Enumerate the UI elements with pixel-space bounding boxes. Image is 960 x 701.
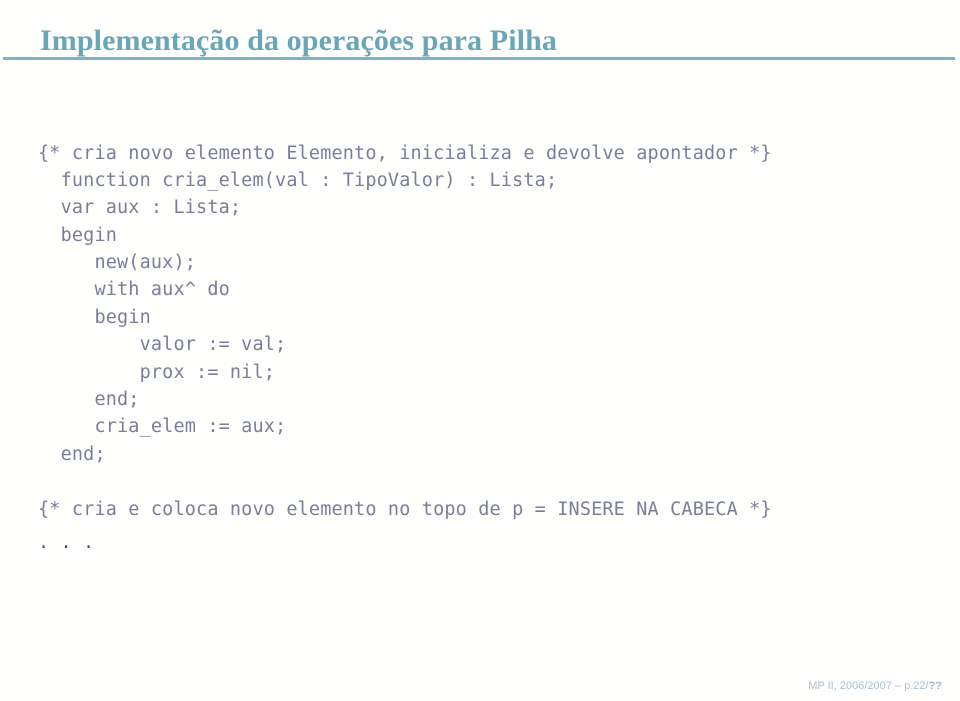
code-line: valor := val; bbox=[38, 334, 287, 356]
code-line: prox := nil; bbox=[38, 361, 276, 383]
code-line: new(aux); bbox=[38, 252, 197, 274]
code-line: begin bbox=[38, 306, 151, 328]
slide-container: Implementação da operações para Pilha {*… bbox=[0, 0, 960, 701]
continuation-ellipsis: . . . bbox=[38, 533, 95, 554]
code-line: function cria_elem(val : TipoValor) : Li… bbox=[38, 169, 558, 191]
code-line: with aux^ do bbox=[38, 279, 230, 301]
code-line: end; bbox=[38, 443, 106, 465]
slide-footer: MP II, 2006/2007 – p.22/?? bbox=[808, 679, 942, 693]
code-listing: {* cria novo elemento Elemento, iniciali… bbox=[38, 140, 772, 523]
code-line: end; bbox=[38, 389, 140, 411]
page-title: Implementação da operações para Pilha bbox=[40, 24, 557, 58]
code-line: {* cria e coloca novo elemento no topo d… bbox=[38, 498, 772, 520]
code-line: begin bbox=[38, 224, 118, 246]
code-line: {* cria novo elemento Elemento, iniciali… bbox=[38, 142, 772, 164]
footer-label: MP II, 2006/2007 – p.22/ bbox=[808, 680, 929, 692]
code-block: {* cria novo elemento Elemento, iniciali… bbox=[38, 140, 772, 523]
code-line: var aux : Lista; bbox=[38, 197, 242, 219]
code-line: cria_elem := aux; bbox=[38, 416, 287, 438]
title-divider bbox=[3, 57, 955, 60]
footer-page-total: ?? bbox=[928, 680, 942, 692]
